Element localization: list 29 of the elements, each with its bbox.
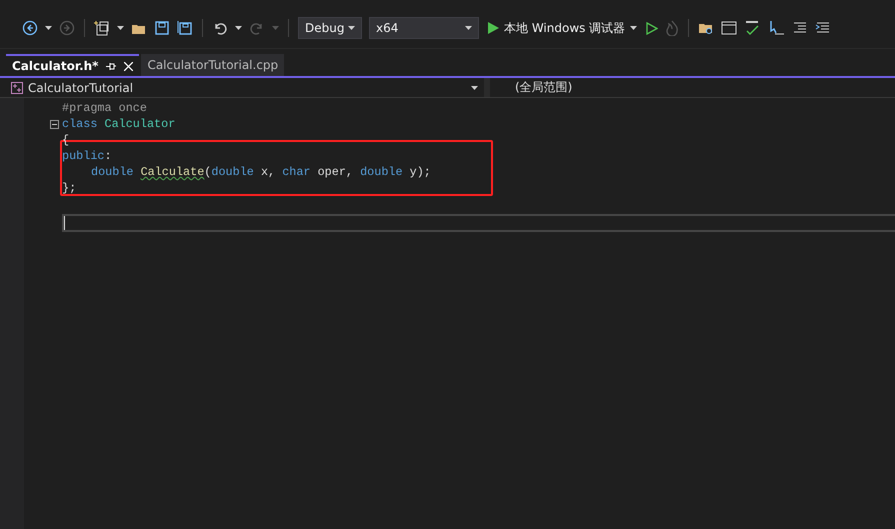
code-line: class Calculator bbox=[62, 116, 176, 132]
caret-icon bbox=[630, 26, 638, 30]
scope-dropdown[interactable]: (全局范围) bbox=[490, 78, 895, 97]
document-tab[interactable]: CalculatorTutorial.cpp bbox=[141, 54, 284, 76]
caret-icon bbox=[471, 86, 478, 90]
code-line: double Calculate(double x, char oper, double y); bbox=[90, 164, 431, 180]
save-all-icon[interactable] bbox=[177, 20, 193, 36]
configuration-dropdown[interactable]: Debug bbox=[298, 17, 362, 39]
dropdown-icon[interactable] bbox=[45, 26, 52, 30]
code-line: #pragma once bbox=[62, 100, 147, 116]
back-icon[interactable] bbox=[22, 20, 38, 36]
project-icon bbox=[11, 82, 23, 94]
start-debugging-button[interactable]: 本地 Windows 调试器 bbox=[486, 20, 640, 36]
play-outline-icon[interactable] bbox=[646, 22, 658, 34]
play-icon bbox=[488, 22, 499, 34]
dropdown-icon[interactable] bbox=[235, 26, 242, 30]
platform-dropdown[interactable]: x64 bbox=[369, 17, 479, 39]
window-icon[interactable] bbox=[721, 20, 738, 36]
caret-icon bbox=[348, 26, 355, 30]
save-icon[interactable] bbox=[154, 20, 170, 36]
caret-icon bbox=[465, 26, 472, 30]
code-line: public: bbox=[62, 148, 112, 164]
close-icon[interactable] bbox=[124, 62, 134, 70]
new-project-icon[interactable] bbox=[94, 20, 110, 36]
dropdown-icon[interactable] bbox=[117, 26, 124, 30]
code-line: }; bbox=[62, 180, 76, 196]
pin-icon[interactable] bbox=[106, 62, 116, 70]
cursor-icon[interactable] bbox=[769, 20, 786, 36]
collapse-icon[interactable] bbox=[50, 120, 59, 128]
